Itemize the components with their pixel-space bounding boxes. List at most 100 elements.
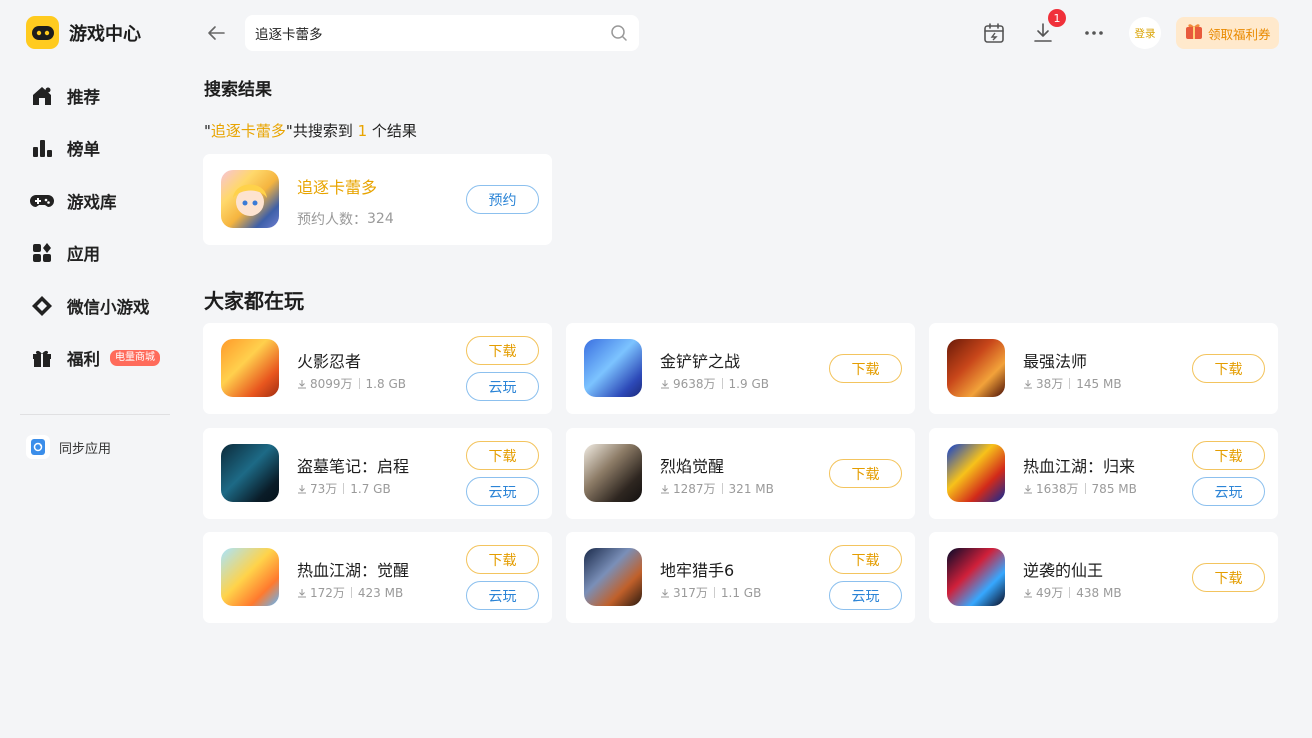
download-button[interactable]: 下载: [829, 354, 902, 383]
sidebar-item-label: 微信小游戏: [67, 297, 150, 317]
download-button[interactable]: 下载: [829, 459, 902, 488]
game-name[interactable]: 逆袭的仙王: [1023, 557, 1103, 581]
gift-icon: [30, 346, 54, 370]
power-mall-badge: 电量商城: [110, 350, 160, 367]
home-icon: [30, 84, 54, 108]
sidebar-item-wechat-minigame[interactable]: 微信小游戏: [30, 288, 180, 323]
download-button[interactable]: 下载: [466, 441, 539, 470]
game-name[interactable]: 追逐卡蕾多: [297, 174, 377, 198]
meta-separator: [350, 587, 352, 598]
cloud-play-button[interactable]: 云玩: [466, 581, 539, 610]
cloud-play-button[interactable]: 云玩: [466, 477, 539, 506]
game-center-logo-icon: [26, 16, 59, 49]
download-count-icon: [1024, 379, 1032, 388]
game-meta: 1287万 321 MB: [660, 480, 774, 497]
download-count-icon: [661, 484, 669, 493]
sidebar-item-ranking[interactable]: 榜单: [30, 131, 180, 166]
sidebar-item-label: 应用: [67, 245, 100, 265]
game-card[interactable]: 烈焰觉醒 1287万 321 MB 下载: [566, 428, 915, 519]
search-query[interactable]: 追逐卡蕾多: [255, 23, 609, 43]
download-button[interactable]: 下载: [829, 545, 902, 574]
game-card[interactable]: 火影忍者 8099万 1.8 GB 下载云玩: [203, 323, 552, 414]
brand: 游戏中心: [26, 16, 141, 49]
game-card[interactable]: 热血江湖：觉醒 172万 423 MB 下载云玩: [203, 532, 552, 623]
search-results-title: 搜索结果: [204, 80, 272, 100]
download-button[interactable]: 下载: [466, 545, 539, 574]
file-size: 145 MB: [1076, 376, 1122, 391]
game-card[interactable]: 逆袭的仙王 49万 438 MB 下载: [929, 532, 1278, 623]
sidebar-item-label: 榜单: [67, 140, 100, 160]
game-name[interactable]: 金铲铲之战: [660, 348, 740, 372]
sidebar-item-game-library[interactable]: 游戏库: [30, 183, 180, 218]
file-size: 1.1 GB: [720, 585, 762, 600]
game-icon: [947, 339, 1005, 397]
file-size: 1.8 GB: [365, 376, 406, 391]
download-button[interactable]: 下载: [1192, 441, 1265, 470]
file-size: 785 MB: [1091, 481, 1137, 496]
summary-mid: "共搜索到: [285, 122, 358, 140]
game-name[interactable]: 地牢猎手6: [660, 557, 734, 581]
back-arrow-icon[interactable]: [204, 21, 228, 45]
game-name[interactable]: 最强法师: [1023, 348, 1087, 372]
download-count: 38万: [1036, 377, 1064, 391]
search-result-card[interactable]: 追逐卡蕾多 预约人数： 324 预约: [203, 154, 552, 245]
coupon-label: 领取福利券: [1208, 26, 1271, 42]
game-meta: 8099万 1.8 GB: [297, 375, 406, 392]
game-name[interactable]: 热血江湖：觉醒: [297, 557, 409, 581]
login-button[interactable]: 登录: [1129, 17, 1161, 49]
reservation-value: 324: [367, 211, 394, 227]
result-summary: "追逐卡蕾多"共搜索到 1 个结果: [204, 120, 417, 141]
sync-apps-button[interactable]: 同步应用: [26, 435, 111, 459]
calendar-icon[interactable]: [982, 21, 1006, 45]
more-icon[interactable]: [1082, 21, 1106, 45]
file-size: 321 MB: [728, 481, 774, 496]
game-card[interactable]: 盗墓笔记：启程 73万 1.7 GB 下载云玩: [203, 428, 552, 519]
meta-separator: [1084, 483, 1086, 494]
sidebar-item-label: 游戏库: [67, 192, 117, 212]
meta-separator: [1069, 587, 1071, 598]
game-name[interactable]: 烈焰觉醒: [660, 453, 724, 477]
file-size: 1.7 GB: [350, 481, 391, 496]
game-icon: [221, 339, 279, 397]
sidebar-nav: 推荐 榜单 游戏库 应用 微信小游戏 福利 电量商城: [30, 78, 180, 394]
game-name[interactable]: 盗墓笔记：启程: [297, 453, 409, 477]
game-icon: [947, 548, 1005, 606]
cloud-play-button[interactable]: 云玩: [829, 581, 902, 610]
game-icon: [221, 444, 279, 502]
search-icon[interactable]: [609, 23, 629, 43]
file-size: 1.9 GB: [728, 376, 769, 391]
meta-separator: [721, 483, 723, 494]
download-count: 8099万: [310, 377, 353, 391]
game-card[interactable]: 金铲铲之战 9638万 1.9 GB 下载: [566, 323, 915, 414]
cloud-play-button[interactable]: 云玩: [466, 372, 539, 401]
reserve-button[interactable]: 预约: [466, 185, 539, 214]
search-input[interactable]: 追逐卡蕾多: [245, 15, 639, 51]
download-button[interactable]: 下载: [1192, 563, 1265, 592]
cloud-play-button[interactable]: 云玩: [1192, 477, 1265, 506]
download-button[interactable]: 下载: [466, 336, 539, 365]
game-meta: 73万 1.7 GB: [297, 480, 391, 497]
meta-separator: [713, 587, 715, 598]
sidebar-item-label: 福利: [67, 350, 100, 370]
download-count-icon: [1024, 588, 1032, 597]
game-card[interactable]: 地牢猎手6 317万 1.1 GB 下载 云玩: [566, 532, 915, 623]
summary-count: 1: [357, 122, 368, 140]
game-meta: 38万 145 MB: [1023, 375, 1122, 392]
game-name[interactable]: 热血江湖：归来: [1023, 453, 1135, 477]
meta-separator: [1069, 378, 1071, 389]
app-title: 游戏中心: [69, 23, 141, 45]
game-icon: [221, 548, 279, 606]
download-count: 1638万: [1036, 482, 1079, 496]
game-card[interactable]: 热血江湖：归来 1638万 785 MB 下载云玩: [929, 428, 1278, 519]
game-card[interactable]: 最强法师 38万 145 MB 下载: [929, 323, 1278, 414]
sidebar-item-recommend[interactable]: 推荐: [30, 78, 180, 113]
meta-separator: [358, 378, 360, 389]
download-button[interactable]: 下载: [1192, 354, 1265, 383]
sync-apps-label: 同步应用: [59, 441, 112, 457]
sidebar-item-apps[interactable]: 应用: [30, 236, 180, 271]
game-name[interactable]: 火影忍者: [297, 348, 361, 372]
claim-coupon-button[interactable]: 领取福利券: [1176, 17, 1279, 49]
game-meta: 49万 438 MB: [1023, 584, 1122, 601]
sidebar-item-welfare[interactable]: 福利 电量商城: [30, 341, 180, 376]
game-meta: 172万 423 MB: [297, 584, 403, 601]
